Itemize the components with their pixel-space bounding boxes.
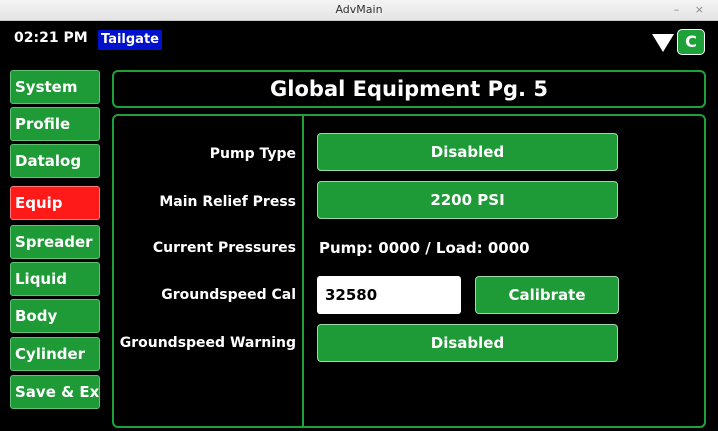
nav-item-body[interactable]: Body xyxy=(10,299,100,333)
connection-status-icon[interactable]: C xyxy=(677,29,705,55)
panel-divider xyxy=(302,116,304,426)
settings-panel: Pump Type Disabled Main Relief Press 220… xyxy=(112,114,706,428)
nav-item-profile[interactable]: Profile xyxy=(10,107,100,141)
groundspeed-warning-button[interactable]: Disabled xyxy=(317,324,618,362)
page-title: Global Equipment Pg. 5 xyxy=(270,77,548,101)
main-relief-button[interactable]: 2200 PSI xyxy=(317,181,618,219)
window-controls[interactable]: – × xyxy=(674,0,710,20)
nav-item-equip[interactable]: Equip xyxy=(10,186,100,220)
current-pressures-label: Current Pressures xyxy=(152,240,296,256)
calibrate-button[interactable]: Calibrate xyxy=(475,276,619,314)
page-header: Global Equipment Pg. 5 xyxy=(112,70,706,108)
status-bar: 02:21 PM Tailgate C xyxy=(0,21,718,59)
groundspeed-warning-label: Groundspeed Warning xyxy=(119,335,296,351)
nav-item-spreader[interactable]: Spreader xyxy=(10,225,100,259)
nav-item-system[interactable]: System xyxy=(10,70,100,104)
signal-triangle-icon xyxy=(652,34,674,52)
nav-item-liquid[interactable]: Liquid xyxy=(10,262,100,296)
clock-time: 02:21 PM xyxy=(14,30,88,46)
groundspeed-cal-label: Groundspeed Cal xyxy=(161,287,296,303)
nav-item-cylinder[interactable]: Cylinder xyxy=(10,337,100,371)
current-pressures-value: Pump: 0000 / Load: 0000 xyxy=(319,239,530,257)
nav-item-datalog[interactable]: Datalog xyxy=(10,144,100,178)
main-relief-label: Main Relief Press xyxy=(159,194,296,210)
groundspeed-cal-input[interactable] xyxy=(317,276,461,314)
app-screen: 02:21 PM Tailgate C System Profile Datal… xyxy=(0,21,718,431)
window-title: AdvMain xyxy=(335,3,383,16)
vehicle-badge: Tailgate xyxy=(98,30,162,50)
pump-type-button[interactable]: Disabled xyxy=(317,133,618,171)
nav-item-save-exit[interactable]: Save & Exit xyxy=(10,375,100,409)
window-titlebar: AdvMain – × xyxy=(0,0,718,21)
pump-type-label: Pump Type xyxy=(209,146,296,162)
